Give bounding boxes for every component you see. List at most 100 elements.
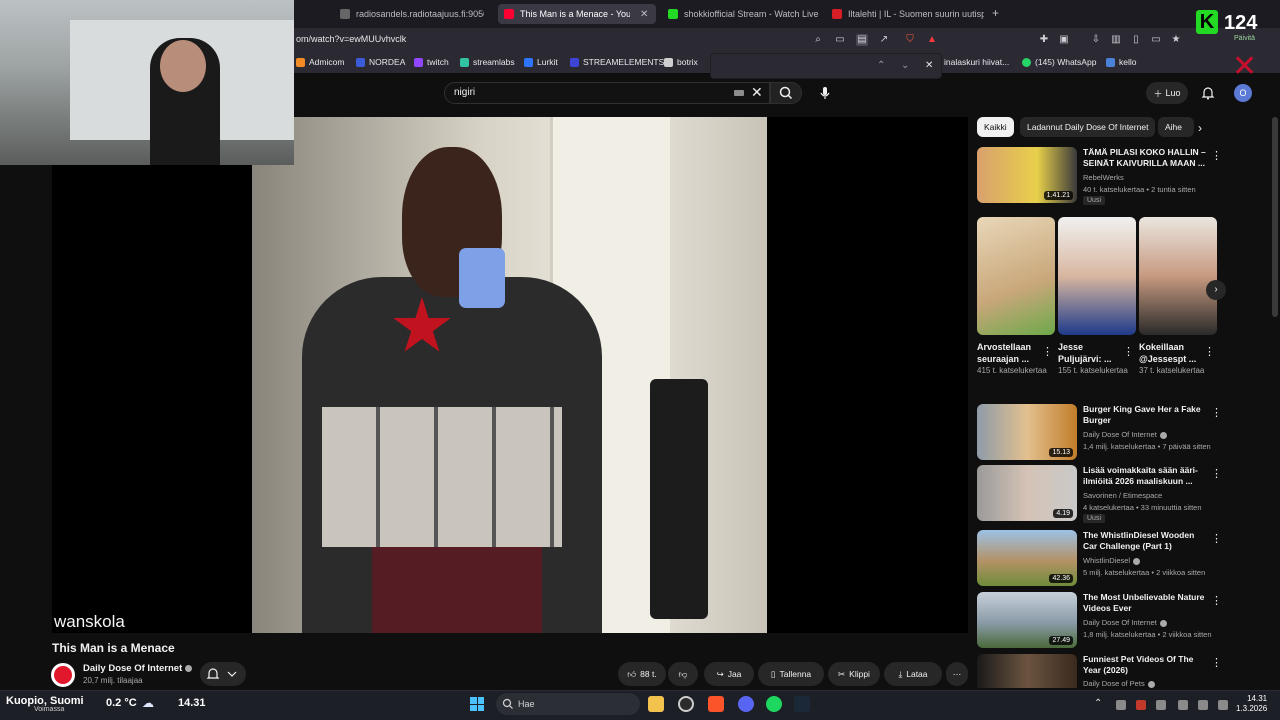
bookmark-kello[interactable]: kello bbox=[1106, 57, 1136, 67]
more-vert-icon[interactable]: ⋮ bbox=[1211, 594, 1222, 607]
chip-all[interactable]: Kaikki bbox=[977, 117, 1014, 137]
steam-icon[interactable] bbox=[794, 696, 810, 712]
url-field[interactable]: om/watch?v=ewMUUvhvclk bbox=[296, 34, 406, 44]
clip-button[interactable]: ✂ Klippi bbox=[828, 662, 880, 686]
windows-start-icon[interactable] bbox=[470, 697, 484, 711]
like-button[interactable]: 👍︎ 88 t. bbox=[618, 662, 666, 686]
tray-app-icon[interactable] bbox=[1116, 700, 1126, 710]
channel-name[interactable]: RebelWerks bbox=[1083, 173, 1124, 182]
tab-radiosandels[interactable]: radiosandels.radiotaajuus.fi:9050 bbox=[334, 4, 484, 24]
video-thumbnail[interactable]: 1.41.21 bbox=[977, 147, 1077, 203]
bookmark-twitch[interactable]: twitch bbox=[414, 57, 449, 67]
network-icon[interactable] bbox=[1198, 700, 1208, 710]
chip-topic[interactable]: Aihe bbox=[1158, 117, 1194, 137]
more-vert-icon[interactable]: ⋮ bbox=[1211, 149, 1222, 162]
more-actions-button[interactable]: ⋯ bbox=[946, 662, 968, 686]
video-thumbnail[interactable] bbox=[977, 654, 1077, 688]
page-scrollbar[interactable] bbox=[1272, 117, 1278, 317]
short-thumbnail[interactable] bbox=[977, 217, 1055, 335]
close-tab-icon[interactable]: ✕ bbox=[640, 9, 648, 20]
more-vert-icon[interactable]: ⋮ bbox=[1204, 345, 1215, 358]
recommendation-item[interactable]: 42.36 The WhistlinDiesel Wooden Car Chal… bbox=[977, 530, 1227, 586]
brave-shield-icon[interactable]: ⛉ bbox=[904, 34, 916, 46]
recommendation-item[interactable]: 27.49 The Most Unbelievable Nature Video… bbox=[977, 592, 1227, 648]
avatar[interactable]: O bbox=[1234, 84, 1252, 102]
new-tab-button[interactable]: + bbox=[992, 6, 999, 20]
wallet-icon[interactable]: ▭ bbox=[1150, 34, 1162, 46]
window-icon[interactable]: ▣ bbox=[1058, 34, 1070, 46]
channel-name[interactable]: WhistlinDiesel bbox=[1083, 556, 1141, 565]
bookmark-lurkit[interactable]: Lurkit bbox=[524, 57, 558, 67]
recommendation-item[interactable]: 1.41.21 TÄMÄ PILASI KOKO HALLIN – SEINÄT… bbox=[977, 147, 1227, 207]
find-close-button[interactable]: ✕ bbox=[925, 60, 933, 71]
bookmark-nordea[interactable]: NORDEA bbox=[356, 57, 405, 67]
video-thumbnail[interactable]: 42.36 bbox=[977, 530, 1077, 586]
short-item[interactable]: Arvostellaan seuraajan ... 415 t. katsel… bbox=[977, 217, 1055, 376]
video-thumbnail[interactable]: 27.49 bbox=[977, 592, 1077, 648]
short-thumbnail[interactable] bbox=[1058, 217, 1136, 335]
puzzle-icon[interactable]: ✚ bbox=[1038, 34, 1050, 46]
share-button[interactable]: ↪ Jaa bbox=[704, 662, 754, 686]
volume-icon[interactable] bbox=[1218, 700, 1228, 710]
tray-app-icon[interactable] bbox=[1136, 700, 1146, 710]
discord-icon[interactable] bbox=[738, 696, 754, 712]
extension-icon[interactable]: ★ bbox=[1170, 34, 1182, 46]
tab-iltalehti[interactable]: Iltalehti | IL - Suomen suurin uutispal bbox=[826, 4, 984, 24]
tab-kick[interactable]: shokkiofficial Stream - Watch Live on bbox=[662, 4, 820, 24]
share-icon[interactable]: ↗ bbox=[878, 34, 890, 46]
short-item[interactable]: Jesse Puljujärvi: ... 155 t. katselukert… bbox=[1058, 217, 1136, 376]
file-explorer-icon[interactable] bbox=[648, 696, 664, 712]
bookmark-laskuri[interactable]: inalaskuri hiivat... bbox=[944, 57, 1009, 67]
find-next-button[interactable]: ⌄ bbox=[901, 60, 909, 71]
tab-youtube[interactable]: This Man is a Menace - YouTube ✕ bbox=[498, 4, 656, 24]
github-icon[interactable] bbox=[678, 696, 694, 712]
channel-name[interactable]: Daily Dose Of Internet bbox=[83, 663, 193, 674]
tray-app-icon[interactable] bbox=[1156, 700, 1166, 710]
more-vert-icon[interactable]: ⋮ bbox=[1211, 532, 1222, 545]
microphone-icon[interactable] bbox=[1178, 700, 1188, 710]
create-button[interactable]: ＋ Luo bbox=[1146, 82, 1188, 104]
chevron-up-icon[interactable]: ⌃ bbox=[1094, 698, 1102, 709]
zoom-icon[interactable]: ⌕ bbox=[812, 34, 824, 46]
video-thumbnail[interactable]: 4.19 bbox=[977, 465, 1077, 521]
bookmark-streamelements[interactable]: STREAMELEMENTS bbox=[570, 57, 664, 67]
channel-name[interactable]: Savorinen / Etimespace bbox=[1083, 491, 1162, 500]
video-title[interactable]: TÄMÄ PILASI KOKO HALLIN – SEINÄT KAIVURI… bbox=[1083, 147, 1207, 169]
video-title[interactable]: The WhistlinDiesel Wooden Car Challenge … bbox=[1083, 530, 1207, 552]
keyboard-icon[interactable] bbox=[734, 90, 744, 96]
channel-name[interactable]: Daily Dose of Pets bbox=[1083, 679, 1155, 688]
more-vert-icon[interactable]: ⋮ bbox=[1211, 656, 1222, 669]
video-frame[interactable] bbox=[252, 117, 767, 633]
more-vert-icon[interactable]: ⋮ bbox=[1211, 406, 1222, 419]
subscription-bell-button[interactable] bbox=[200, 662, 246, 686]
save-button[interactable]: ▯ Tallenna bbox=[758, 662, 824, 686]
channel-name[interactable]: Daily Dose Of Internet bbox=[1083, 430, 1167, 439]
short-title[interactable]: Kokeillaan @Jessespt ... bbox=[1139, 341, 1203, 365]
download-button[interactable]: ⤓ Lataa bbox=[884, 662, 942, 686]
short-title[interactable]: Arvostellaan seuraajan ... bbox=[977, 341, 1041, 365]
video-thumbnail[interactable]: 15.13 bbox=[977, 404, 1077, 460]
video-title[interactable]: Burger King Gave Her a Fake Burger bbox=[1083, 404, 1207, 426]
short-item[interactable]: Kokeillaan @Jessespt ... 37 t. katseluke… bbox=[1139, 217, 1217, 376]
voice-search-button[interactable] bbox=[814, 82, 836, 104]
reader-icon[interactable]: ▤ bbox=[856, 34, 868, 46]
video-title[interactable]: Lisää voimakkaita sään ääri-ilmiöitä 202… bbox=[1083, 465, 1207, 487]
screen-icon[interactable]: ▭ bbox=[834, 34, 846, 46]
search-input[interactable] bbox=[444, 82, 770, 104]
chevron-right-icon[interactable]: › bbox=[1198, 121, 1202, 135]
video-title[interactable]: The Most Unbelievable Nature Videos Ever bbox=[1083, 592, 1207, 614]
short-thumbnail[interactable] bbox=[1139, 217, 1217, 335]
dislike-button[interactable]: 👎︎ bbox=[668, 662, 698, 686]
recommendation-item[interactable]: 4.19 Lisää voimakkaita sään ääri-ilmiöit… bbox=[977, 465, 1227, 525]
more-vert-icon[interactable]: ⋮ bbox=[1042, 345, 1053, 358]
bookmark-botrix[interactable]: botrix bbox=[664, 57, 698, 67]
bookmark-whatsapp[interactable]: (145) WhatsApp bbox=[1022, 57, 1096, 67]
channel-avatar[interactable] bbox=[51, 663, 75, 687]
system-clock[interactable]: 14.31 1.3.2026 bbox=[1236, 694, 1267, 714]
search-button[interactable] bbox=[770, 82, 802, 104]
brave-browser-icon[interactable] bbox=[708, 696, 724, 712]
video-title[interactable]: Funniest Pet Videos Of The Year (2026) bbox=[1083, 654, 1207, 676]
taskbar-search[interactable]: Hae bbox=[496, 693, 640, 715]
find-prev-button[interactable]: ⌃ bbox=[877, 60, 885, 71]
download-icon[interactable]: ⇩ bbox=[1090, 34, 1102, 46]
